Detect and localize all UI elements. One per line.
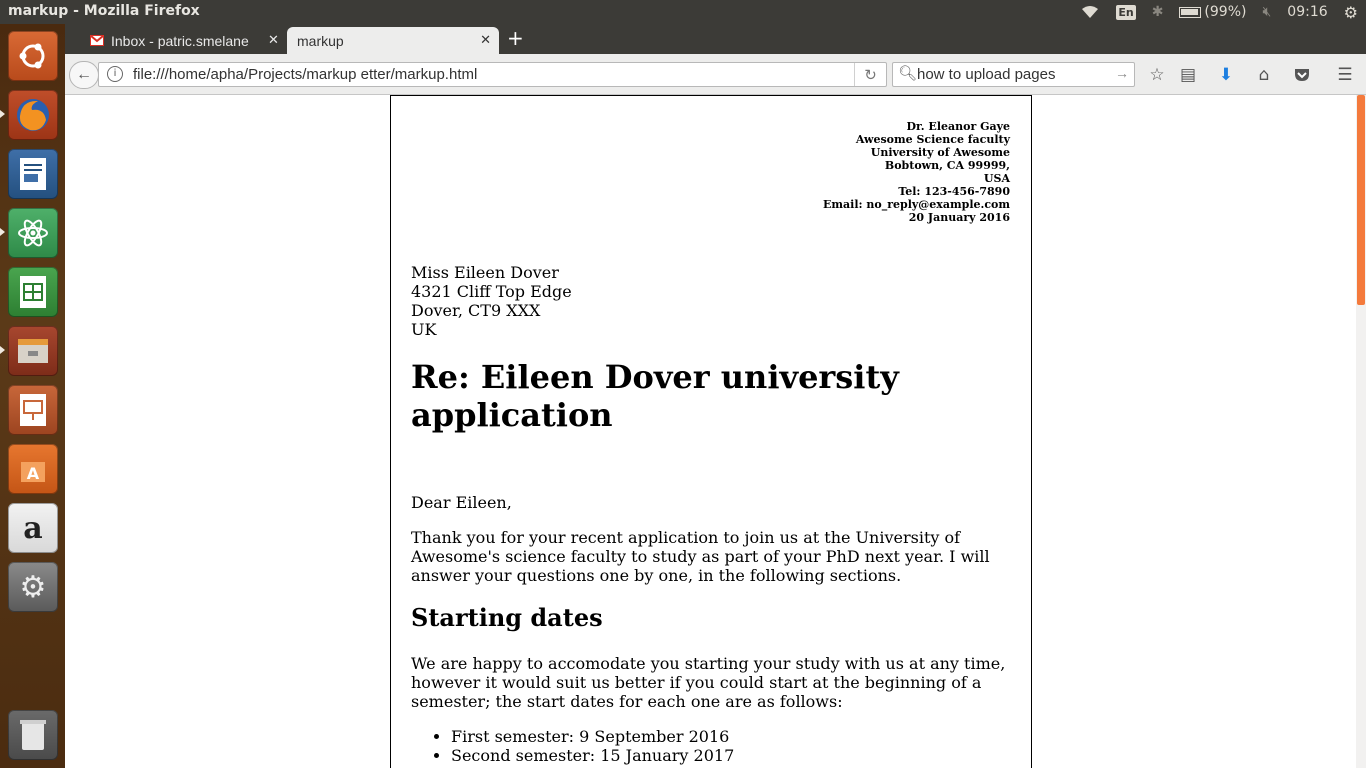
- navigation-bar: ← i file:///home/apha/Projects/markup et…: [65, 54, 1366, 95]
- dates-list: First semester: 9 September 2016 Second …: [411, 727, 734, 765]
- gmail-icon: [90, 35, 104, 46]
- new-tab-button[interactable]: +: [507, 26, 524, 50]
- search-icon: 🔍︎: [898, 65, 918, 82]
- keyboard-layout-label: En: [1116, 4, 1136, 20]
- scrollbar[interactable]: [1356, 95, 1366, 768]
- window-title: markup - Mozilla Firefox: [8, 3, 200, 19]
- recipient-city: Dover, CT9 XXX: [411, 301, 541, 320]
- arrow-right-icon[interactable]: →: [1115, 65, 1129, 81]
- system-tray: En ✱ (99%) 🔇︎ 09:16 ⚙: [1072, 0, 1366, 24]
- clock[interactable]: 09:16: [1287, 4, 1327, 20]
- sender-tel: Tel: 123-456-7890: [898, 185, 1010, 198]
- launcher: A a ⚙: [0, 24, 65, 768]
- back-button[interactable]: ←: [69, 61, 99, 89]
- sender-dept: Awesome Science faculty: [855, 133, 1010, 146]
- download-icon[interactable]: ⬇: [1215, 65, 1237, 85]
- section-paragraph: We are happy to accomodate you starting …: [411, 654, 1006, 711]
- page-content: Dr. Eleanor Gaye Awesome Science faculty…: [65, 95, 1356, 768]
- section-heading: Starting dates: [411, 603, 603, 632]
- recipient-address: Miss Eileen Dover 4321 Cliff Top Edge Do…: [411, 263, 572, 339]
- greeting: Dear Eileen,: [411, 493, 512, 512]
- intro-paragraph: Thank you for your recent application to…: [411, 528, 990, 585]
- recipient-country: UK: [411, 320, 437, 339]
- pocket-icon[interactable]: [1291, 65, 1313, 85]
- letter: Dr. Eleanor Gaye Awesome Science faculty…: [390, 95, 1032, 768]
- bluetooth-icon[interactable]: ✱: [1152, 4, 1164, 20]
- letter-headline: Re: Eileen Dover university application: [411, 358, 899, 434]
- amazon-icon[interactable]: a: [8, 503, 58, 553]
- tab-bar: Inbox - patric.smelane markup ✕ ✕ +: [65, 24, 1366, 54]
- firefox-icon[interactable]: [8, 90, 58, 140]
- list-item: Second semester: 15 January 2017: [451, 746, 734, 765]
- svg-text:A: A: [27, 464, 40, 483]
- arrow-left-icon: ←: [76, 66, 92, 83]
- sender-country: USA: [983, 172, 1010, 185]
- recipient-street: 4321 Cliff Top Edge: [411, 282, 572, 301]
- battery-percent: (99%): [1204, 4, 1247, 20]
- menu-icon[interactable]: ☰: [1334, 65, 1356, 85]
- system-settings-icon[interactable]: ⚙: [8, 562, 58, 612]
- files-icon[interactable]: [8, 326, 58, 376]
- letter-date: 20 January 2016: [908, 211, 1010, 224]
- sender-univ: University of Awesome: [870, 146, 1010, 159]
- close-icon[interactable]: ✕: [268, 32, 1358, 48]
- home-icon[interactable]: ⌂: [1253, 65, 1275, 85]
- sender-name: Dr. Eleanor Gaye: [906, 120, 1010, 133]
- search-bar[interactable]: 🔍︎ how to upload pages →: [892, 62, 1135, 87]
- keyboard-layout-indicator[interactable]: En: [1116, 4, 1136, 20]
- recipient-name: Miss Eileen Dover: [411, 263, 559, 282]
- trash-icon[interactable]: [8, 710, 58, 760]
- sender-email: Email: no_reply@example.com: [823, 198, 1010, 211]
- tab-label: Inbox - patric.smelane: [111, 32, 249, 49]
- ubuntu-dash-icon[interactable]: [8, 31, 58, 81]
- sender-address: Dr. Eleanor Gaye Awesome Science faculty…: [823, 120, 1010, 224]
- top-panel: markup - Mozilla Firefox En ✱ (99%) 🔇︎ 0…: [0, 0, 1366, 24]
- info-icon[interactable]: i: [107, 66, 123, 82]
- sender-city: Bobtown, CA 99999,: [884, 159, 1010, 172]
- software-center-icon[interactable]: A: [8, 444, 58, 494]
- url-bar[interactable]: i file:///home/apha/Projects/markup ette…: [98, 62, 887, 87]
- search-input[interactable]: how to upload pages: [917, 66, 1055, 83]
- wifi-icon[interactable]: [1080, 5, 1100, 19]
- gear-icon[interactable]: ⚙: [1344, 3, 1358, 22]
- volume-muted-icon[interactable]: 🔇︎: [1262, 4, 1271, 20]
- url-text: file:///home/apha/Projects/markup etter/…: [133, 66, 478, 83]
- battery-icon: [1179, 6, 1202, 18]
- reload-icon[interactable]: ↻: [854, 63, 886, 86]
- tab-inbox[interactable]: Inbox - patric.smelane: [80, 27, 285, 54]
- impress-icon[interactable]: [8, 385, 58, 435]
- bookmark-star-icon[interactable]: ☆: [1146, 65, 1168, 85]
- writer-icon[interactable]: [8, 149, 58, 199]
- battery-indicator[interactable]: (99%): [1179, 4, 1246, 20]
- atom-icon[interactable]: [8, 208, 58, 258]
- reading-list-icon[interactable]: ▤: [1177, 65, 1199, 85]
- list-item: First semester: 9 September 2016: [451, 727, 734, 746]
- scrollbar-thumb[interactable]: [1357, 95, 1365, 305]
- calc-icon[interactable]: [8, 267, 58, 317]
